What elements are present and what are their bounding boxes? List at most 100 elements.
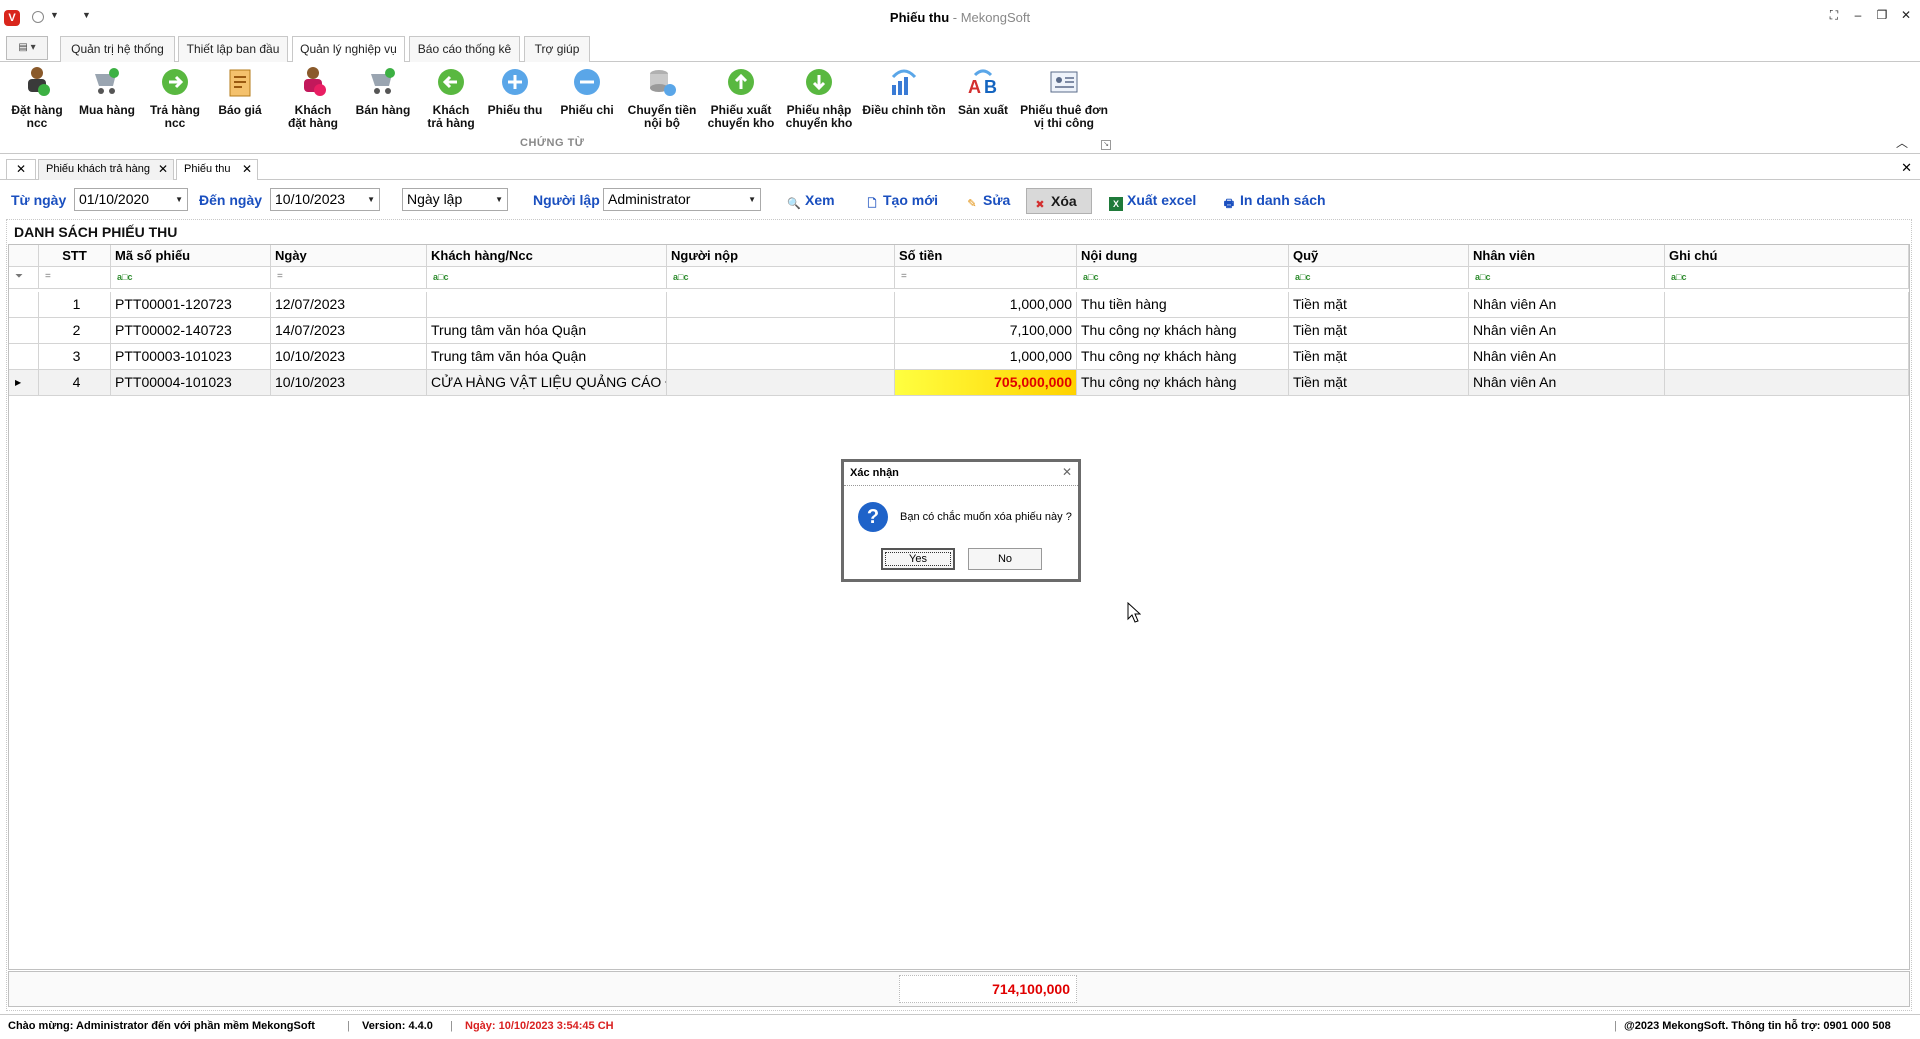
close-all-tabs-icon[interactable]: ✕ — [1901, 160, 1912, 176]
tab-quan-tri-he-thong[interactable]: Quản trị hệ thống — [60, 36, 175, 63]
row-selector[interactable] — [9, 344, 39, 370]
quote-document-icon — [224, 66, 256, 98]
cell-ma-so-phieu: PTT00002-140723 — [111, 318, 271, 344]
dat-hang-ncc-button[interactable]: Đặt hàng ncc — [6, 66, 68, 130]
filter-cell-quy[interactable]: a□c — [1289, 267, 1469, 289]
cell-quy: Tiền mặt — [1289, 344, 1469, 370]
buyer-cart-icon — [21, 66, 53, 98]
cell-stt: 2 — [39, 318, 111, 344]
date-type-select[interactable]: Ngày lập ▼ — [402, 188, 508, 211]
filter-cell-ghi-chu[interactable]: a□c — [1665, 267, 1909, 289]
svg-text:A: A — [968, 77, 981, 97]
window-title: Phiếu thu - MekongSoft — [889, 10, 1031, 25]
to-date-label: Đến ngày — [199, 192, 263, 208]
table-row-selected[interactable]: ▶ 4 PTT00004-101023 10/10/2023 CỬA HÀNG … — [9, 370, 1909, 396]
ribbon-panel: Đặt hàng ncc Mua hàng Trả hàng ncc Báo giá… — [0, 62, 1920, 154]
ban-hang-button[interactable]: Bán hàng — [352, 66, 414, 117]
chevron-down-icon: ▼ — [367, 195, 375, 204]
khach-tra-hang-button[interactable]: Khách trả hàng — [420, 66, 482, 130]
tab-tro-giup[interactable]: Trợ giúp — [524, 36, 590, 63]
col-header-quy[interactable]: Quỹ — [1289, 245, 1469, 267]
chevron-down-icon: ▼ — [495, 195, 503, 204]
yes-button[interactable]: Yes — [881, 548, 955, 570]
col-header-ma-so-phieu[interactable]: Mã số phiếu — [111, 245, 271, 267]
close-icon[interactable]: ✕ — [6, 159, 36, 180]
col-header-nguoi-nop[interactable]: Người nộp — [667, 245, 895, 267]
phieu-thue-don-vi-thi-cong-button[interactable]: Phiếu thuê đơn vị thi công — [1020, 66, 1108, 130]
table-row[interactable]: 1 PTT00001-120723 12/07/2023 1,000,000 T… — [9, 292, 1909, 318]
minimize-button[interactable]: – — [1852, 8, 1864, 23]
col-header-ghi-chu[interactable]: Ghi chú — [1665, 245, 1909, 267]
phieu-chi-button[interactable]: Phiếu chi — [556, 66, 618, 117]
cell-noi-dung: Thu công nợ khách hàng — [1077, 370, 1289, 396]
creator-label: Người lập — [533, 192, 600, 208]
chuyen-tien-noi-bo-button[interactable]: Chuyển tiền nội bộ — [624, 66, 700, 130]
col-header-ngay[interactable]: Ngày — [271, 245, 427, 267]
table-row[interactable]: 2 PTT00002-140723 14/07/2023 Trung tâm v… — [9, 318, 1909, 344]
filter-cell-stt[interactable]: = — [39, 267, 111, 289]
view-button[interactable]: 🔍 Xem — [781, 188, 851, 214]
grid-header-row: STT Mã số phiếu Ngày Khách hàng/Ncc Ngườ… — [9, 245, 1909, 267]
col-header-nhan-vien[interactable]: Nhân viên — [1469, 245, 1665, 267]
to-date-picker[interactable]: 10/10/2023 ▼ — [270, 188, 380, 211]
tab-bao-cao-thong-ke[interactable]: Báo cáo thống kê — [409, 36, 520, 63]
row-selector[interactable] — [9, 292, 39, 318]
export-excel-button[interactable]: X Xuất excel — [1103, 188, 1203, 214]
close-tab-icon[interactable]: ✕ — [158, 160, 168, 179]
cell-khach-hang: Trung tâm văn hóa Quận — [427, 344, 667, 370]
tab-thiet-lap-ban-dau[interactable]: Thiết lập ban đầu — [178, 36, 288, 63]
mua-hang-button[interactable]: Mua hàng — [76, 66, 138, 117]
filter-cell-ngay[interactable]: = — [271, 267, 427, 289]
close-tab-icon[interactable]: ✕ — [242, 160, 252, 179]
san-xuat-button[interactable]: AB Sản xuất — [952, 66, 1014, 117]
restore-button[interactable]: ❐ — [1876, 8, 1888, 23]
printer-icon: 🖶 — [1223, 198, 1235, 210]
no-button[interactable]: No — [968, 548, 1042, 570]
col-header-stt[interactable]: STT — [39, 245, 111, 267]
khach-dat-hang-button[interactable]: Khách đặt hàng — [280, 66, 346, 130]
dialog-close-icon[interactable]: ✕ — [1062, 465, 1072, 479]
filter-cell-so-tien[interactable]: = — [895, 267, 1077, 289]
new-document-icon: 🗋 — [867, 198, 877, 210]
dialog-message: Bạn có chắc muốn xóa phiếu này ? — [900, 511, 1072, 523]
doc-tab-phieu-khach-tra-hang[interactable]: Phiếu khách trả hàng ✕ — [38, 159, 174, 180]
row-selector[interactable] — [9, 318, 39, 344]
delete-button[interactable]: ✖ Xóa — [1026, 188, 1092, 214]
tab-quan-ly-nghiep-vu[interactable]: Quản lý nghiệp vụ — [292, 36, 405, 63]
phieu-thu-button[interactable]: Phiếu thu — [484, 66, 546, 117]
col-header-noi-dung[interactable]: Nội dung — [1077, 245, 1289, 267]
from-date-picker[interactable]: 01/10/2020 ▼ — [74, 188, 188, 211]
doc-tab-phieu-thu[interactable]: Phiếu thu ✕ — [176, 159, 258, 180]
fullscreen-icon[interactable]: ⛶ — [1828, 8, 1840, 23]
creator-select[interactable]: Administrator ▼ — [603, 188, 761, 211]
col-header-khach-hang[interactable]: Khách hàng/Ncc — [427, 245, 667, 267]
filter-toolbar: Từ ngày 01/10/2020 ▼ Đến ngày 10/10/2023 ▼… — [6, 184, 1914, 216]
app-menu-button[interactable]: ▤ ▾ — [6, 36, 48, 60]
table-row[interactable]: 3 PTT00003-101023 10/10/2023 Trung tâm v… — [9, 344, 1909, 370]
phieu-xuat-chuyen-kho-button[interactable]: Phiếu xuất chuyển kho — [704, 66, 778, 130]
title-bar: V ▼ ▼ Phiếu thu - MekongSoft ⛶ – ❐ ✕ — [0, 0, 1920, 34]
filter-cell-nhan-vien[interactable]: a□c — [1469, 267, 1665, 289]
inventory-adjust-chart-icon — [888, 66, 920, 98]
collapse-ribbon-icon[interactable]: ︿ — [1896, 134, 1908, 151]
close-window-button[interactable]: ✕ — [1900, 8, 1912, 23]
group-expand-icon[interactable]: ↘ — [1101, 140, 1111, 150]
create-new-button[interactable]: 🗋 Tạo mới — [859, 188, 949, 214]
tra-hang-ncc-button[interactable]: Trả hàng ncc — [144, 66, 206, 130]
cell-nguoi-nop — [667, 370, 895, 396]
dieu-chinh-ton-button[interactable]: Điều chỉnh tồn — [862, 66, 946, 117]
arrow-right-circle-icon — [159, 66, 191, 98]
row-selector-current-icon[interactable]: ▶ — [9, 370, 39, 396]
bao-gia-button[interactable]: Báo giá — [212, 66, 268, 117]
phieu-nhap-chuyen-kho-button[interactable]: Phiếu nhập chuyển kho — [782, 66, 856, 130]
filter-cell-khach-hang[interactable]: a□c — [427, 267, 667, 289]
print-list-button[interactable]: 🖶 In danh sách — [1216, 188, 1342, 214]
col-header-so-tien[interactable]: Số tiền — [895, 245, 1077, 267]
edit-button[interactable]: ✎ Sửa — [959, 188, 1019, 214]
filter-cell-ma-so-phieu[interactable]: a□c — [111, 267, 271, 289]
plus-circle-icon — [499, 66, 531, 98]
filter-cell-noi-dung[interactable]: a□c — [1077, 267, 1289, 289]
production-ab-icon: AB — [967, 66, 999, 98]
cell-quy: Tiền mặt — [1289, 292, 1469, 318]
filter-cell-nguoi-nop[interactable]: a□c — [667, 267, 895, 289]
